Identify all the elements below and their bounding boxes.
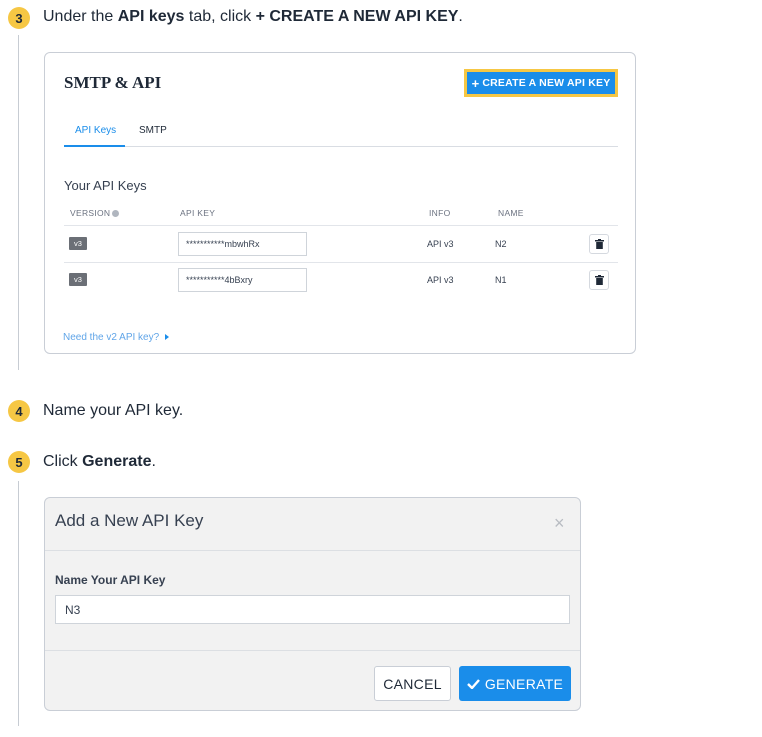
create-api-key-button[interactable]: + CREATE A NEW API KEY	[464, 69, 618, 97]
api-key-name-input[interactable]: N3	[55, 595, 570, 624]
column-header-version: VERSION	[70, 208, 120, 218]
modal-divider	[45, 550, 580, 551]
checkmark-icon	[466, 678, 480, 689]
generate-label: GENERATE	[484, 675, 564, 692]
api-key-field[interactable]: ***********mbwhRx	[178, 232, 307, 256]
step-3-badge: 3	[8, 7, 30, 29]
close-icon[interactable]: ×	[554, 514, 565, 532]
tab-api-keys[interactable]: API Keys	[75, 125, 116, 136]
cancel-button[interactable]: CANCEL	[374, 666, 451, 701]
step-4-text: Name your API key.	[43, 402, 184, 419]
row-name: N2	[495, 239, 507, 249]
trash-icon	[594, 275, 604, 285]
add-api-key-modal: Add a New API Key × Name Your API Key N3…	[44, 497, 581, 711]
row-divider	[64, 262, 618, 263]
caret-right-icon	[165, 334, 170, 340]
step-5-connector	[18, 481, 19, 726]
delete-key-button[interactable]	[589, 234, 609, 254]
row-info: API v3	[427, 239, 454, 249]
smtp-api-panel: SMTP & API + CREATE A NEW API KEY API Ke…	[44, 52, 636, 354]
delete-key-button[interactable]	[589, 270, 609, 290]
plus-icon: +	[471, 75, 480, 91]
step-3-connector	[18, 35, 19, 370]
step-5-text: Click Generate.	[43, 453, 156, 470]
generate-button[interactable]: GENERATE	[459, 666, 571, 701]
trash-icon	[594, 239, 604, 249]
column-header-info: INFO	[429, 208, 451, 218]
row-divider	[64, 225, 618, 226]
api-key-name-label: Name Your API Key	[55, 573, 166, 587]
panel-title: SMTP & API	[64, 73, 162, 92]
active-tab-indicator	[64, 145, 125, 147]
version-badge: v3	[69, 273, 87, 286]
column-header-api-key: API KEY	[180, 208, 216, 218]
row-info: API v3	[427, 275, 454, 285]
api-key-field[interactable]: ***********4bBxry	[178, 268, 307, 292]
row-name: N1	[495, 275, 507, 285]
column-header-name: NAME	[498, 208, 524, 218]
section-title: Your API Keys	[64, 178, 147, 193]
info-icon	[112, 210, 120, 217]
step-5-badge: 5	[8, 451, 30, 473]
tab-bar: API Keys SMTP	[64, 121, 618, 147]
tab-smtp[interactable]: SMTP	[139, 125, 167, 136]
step-3-text: Under the API keys tab, click + CREATE A…	[43, 8, 463, 25]
version-badge: v3	[69, 237, 87, 250]
modal-title: Add a New API Key	[55, 511, 204, 530]
step-4-badge: 4	[8, 400, 30, 422]
create-api-key-label: CREATE A NEW API KEY	[482, 77, 611, 89]
modal-footer-divider	[45, 650, 580, 651]
v2-api-key-link[interactable]: Need the v2 API key?	[63, 332, 170, 343]
